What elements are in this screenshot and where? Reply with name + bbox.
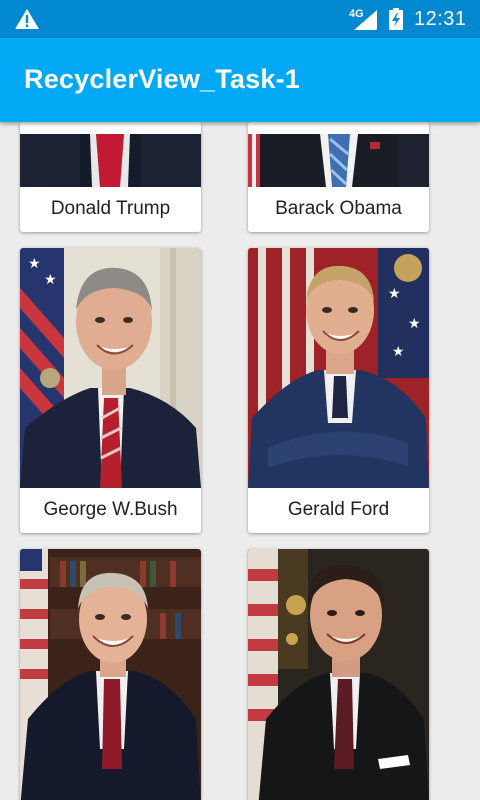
president-card[interactable]: Barack Obama — [248, 122, 429, 232]
clock: 12:31 — [414, 8, 467, 30]
svg-text:★: ★ — [388, 285, 401, 301]
president-card[interactable]: Donald Trump — [20, 122, 201, 232]
svg-text:★: ★ — [28, 255, 41, 271]
app-bar: RecyclerView_Task-1 — [0, 38, 480, 122]
president-name: Donald Trump — [20, 187, 201, 231]
signal-icon — [354, 10, 377, 30]
president-photo — [20, 134, 201, 187]
battery-charging-icon — [389, 8, 403, 30]
president-card[interactable]: ★ ★ ★ Gerald Ford — [248, 248, 429, 533]
president-photo — [20, 549, 201, 800]
svg-text:★: ★ — [44, 271, 57, 287]
president-card[interactable] — [20, 549, 201, 800]
president-card[interactable] — [248, 549, 429, 800]
president-card[interactable]: ★ ★ George W.Bush — [20, 248, 201, 533]
president-photo — [248, 134, 429, 187]
president-name: Barack Obama — [248, 187, 429, 231]
warning-icon — [15, 9, 39, 29]
president-photo: ★ ★ — [20, 248, 201, 488]
president-list[interactable]: Donald Trump Barack Obama ★ ★ George W.B… — [0, 122, 480, 800]
svg-text:★: ★ — [408, 315, 421, 331]
president-photo: ★ ★ ★ — [248, 248, 429, 488]
president-name: George W.Bush — [20, 488, 201, 532]
status-bar: 4G 12:31 — [0, 0, 480, 38]
president-photo — [248, 549, 429, 800]
page-title: RecyclerView_Task-1 — [24, 64, 300, 94]
svg-text:★: ★ — [392, 343, 405, 359]
president-name: Gerald Ford — [248, 488, 429, 532]
